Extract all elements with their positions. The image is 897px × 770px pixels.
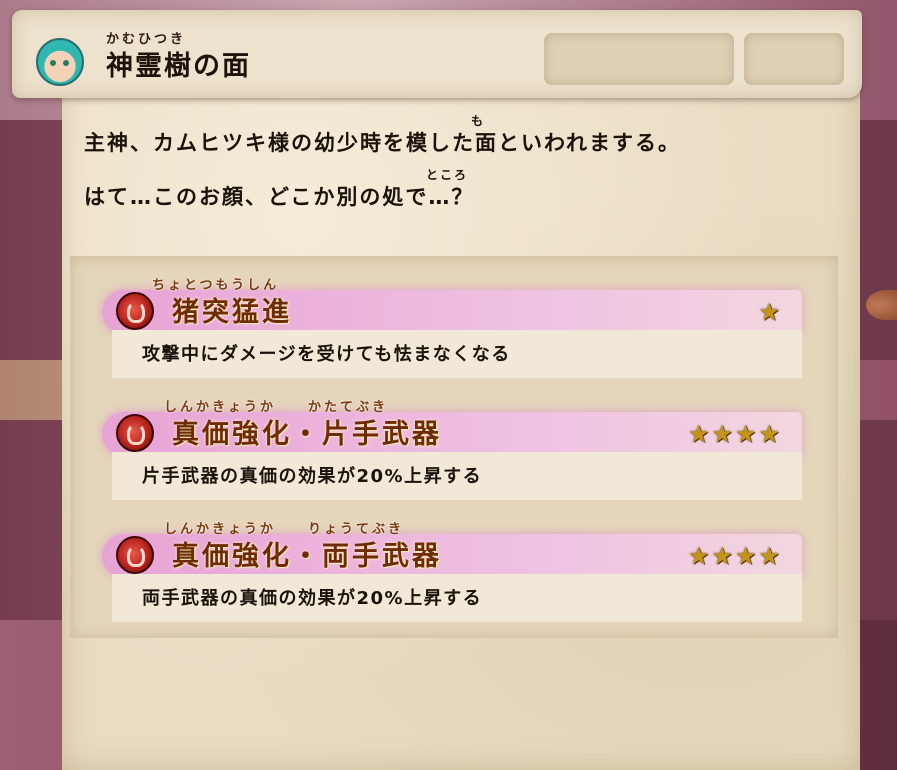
- skill-description: 両手武器の真価の効果が20%上昇する: [142, 588, 483, 609]
- skill-emblem-icon: [116, 414, 154, 452]
- item-description-line: はて…このお顔、どこか別の処で…？: [84, 185, 475, 209]
- skill-rank-stars: ★★★★: [687, 420, 782, 448]
- item-description-line: 主神、カムヒツキ様の幼少時を模した面といわれまする。: [84, 131, 681, 155]
- skill-rank-stars: ★: [758, 298, 782, 326]
- skill-emblem-icon: [116, 536, 154, 574]
- skill-description: 攻撃中にダメージを受けても怯まなくなる: [142, 344, 511, 365]
- skill-entry[interactable]: ちょとつもうしん 猪突猛進 ★ 攻撃中にダメージを受けても怯まなくなる: [102, 274, 812, 378]
- skill-name: 真価強化・両手武器: [172, 541, 442, 572]
- skill-rank-stars: ★★★★: [687, 542, 782, 570]
- item-title: 神霊樹の面: [106, 51, 251, 82]
- skill-entry[interactable]: しんかきょうか かたてぶき 真価強化・片手武器 ★★★★ 片手武器の真価の効果が…: [102, 396, 812, 500]
- skill-emblem-icon: [116, 292, 154, 330]
- skill-entry[interactable]: しんかきょうか りょうてぶき 真価強化・両手武器 ★★★★ 両手武器の真価の効果…: [102, 518, 812, 622]
- header-slot-button[interactable]: [544, 33, 734, 85]
- skill-name: 猪突猛進: [172, 297, 292, 328]
- skill-description: 片手武器の真価の効果が20%上昇する: [142, 466, 483, 487]
- skill-name: 真価強化・片手武器: [172, 419, 442, 450]
- header-slot-button[interactable]: [744, 33, 844, 85]
- character-avatar-icon: [36, 38, 84, 86]
